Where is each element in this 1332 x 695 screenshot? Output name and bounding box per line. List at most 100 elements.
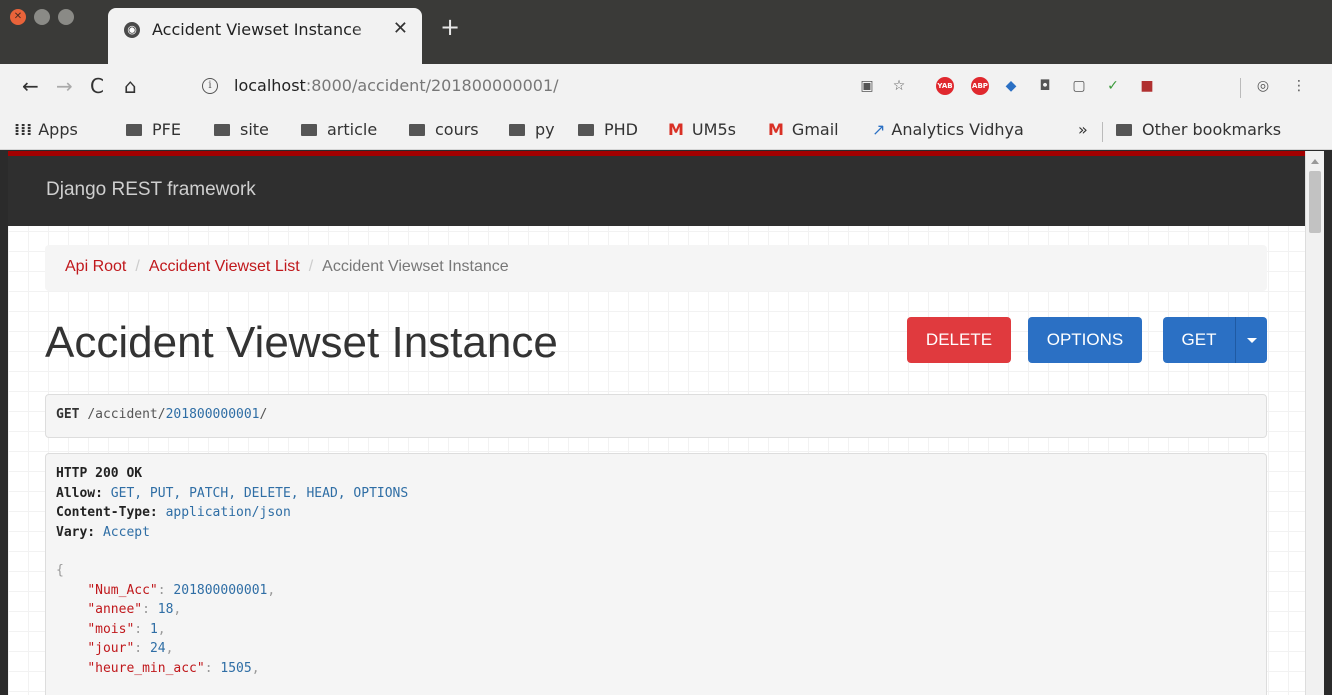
browser-titlebar: ✕ ◉ Accident Viewset Instance ✕ + [0, 0, 1332, 65]
bookmark-um5s[interactable]: M UM5s [668, 120, 736, 139]
bookmark-star-icon[interactable]: ☆ [888, 75, 910, 97]
request-path: /accident/ [87, 407, 166, 422]
bookmark-folder-phd[interactable]: PHD [578, 120, 638, 139]
translate-icon[interactable]: ▣ [856, 75, 878, 97]
abp-extension-icon[interactable]: ABP [971, 77, 989, 95]
vertical-scrollbar[interactable] [1305, 151, 1324, 695]
folder-icon [126, 124, 142, 136]
json-key: "Num_Acc" [87, 582, 158, 598]
reload-icon[interactable]: C [90, 74, 104, 98]
header-value: application/json [165, 505, 291, 520]
folder-icon [578, 124, 594, 136]
request-path-trail: / [259, 407, 268, 422]
check-extension-icon[interactable]: ✓ [1102, 75, 1124, 97]
bookmark-label: site [240, 120, 269, 139]
folder-icon [1116, 124, 1132, 136]
breadcrumb-separator: / [135, 258, 140, 275]
bookmark-label: UM5s [691, 120, 736, 139]
options-button[interactable]: OPTIONS [1028, 317, 1142, 363]
bookmark-folder-cours[interactable]: cours [409, 120, 479, 139]
breadcrumb-accident-list[interactable]: Accident Viewset List [149, 258, 300, 275]
json-key: "heure_min_acc" [87, 660, 205, 676]
brand-link[interactable]: Django REST framework [46, 179, 256, 201]
browser-tab[interactable]: ◉ Accident Viewset Instance ✕ [108, 8, 422, 65]
home-icon[interactable]: ⌂ [124, 74, 137, 98]
gmail-icon: M [768, 120, 784, 139]
delete-button[interactable]: DELETE [907, 317, 1011, 363]
response-info: HTTP 200 OK Allow: GET, PUT, PATCH, DELE… [45, 453, 1267, 695]
json-key: "mois" [87, 621, 135, 637]
bookmark-label: cours [435, 120, 479, 139]
bookmark-label: py [535, 120, 555, 139]
site-info-icon[interactable]: i [202, 78, 218, 94]
json-field: "mois": 1, [87, 621, 166, 637]
address-bar[interactable]: localhost:8000/accident/201800000001/ [234, 76, 559, 95]
bookmark-folder-article[interactable]: article [301, 120, 377, 139]
bookmark-label: article [327, 120, 378, 139]
globe-icon: ◉ [124, 22, 140, 38]
new-tab-button[interactable]: + [440, 13, 460, 41]
bookmark-label: Analytics Vidhya [891, 120, 1024, 139]
yab-extension-icon[interactable]: YAB [936, 77, 954, 95]
bookmark-label: PHD [604, 120, 638, 139]
json-key: "jour" [87, 641, 135, 656]
bookmark-folder-py[interactable]: py [509, 120, 555, 139]
window-close-button[interactable]: ✕ [10, 9, 26, 25]
bookmark-folder-pfe[interactable]: PFE [126, 120, 181, 139]
folder-icon [509, 124, 525, 136]
folder-icon [409, 124, 425, 136]
menu-kebab-icon[interactable]: ⋮ [1288, 75, 1310, 97]
response-header: Vary: Accept [56, 523, 1256, 543]
json-field: "Num_Acc": 201800000001, [87, 582, 276, 598]
json-value: 18 [157, 602, 174, 617]
apps-grid-icon: ⁞⁞⁞ [14, 120, 33, 139]
request-method: GET [56, 407, 80, 422]
window-minimize-button[interactable] [34, 9, 50, 25]
camera-icon[interactable]: ◘ [1034, 75, 1056, 97]
bookmarks-overflow-button[interactable]: » [1078, 120, 1088, 139]
json-key: "annee" [87, 602, 143, 617]
analytics-icon: ↗ [872, 120, 886, 139]
get-button[interactable]: GET [1163, 317, 1235, 363]
lightbulb-extension-icon[interactable]: ▢ [1068, 75, 1090, 97]
bookmark-folder-site[interactable]: site [214, 120, 269, 139]
header-value: GET, PUT, PATCH, DELETE, HEAD, OPTIONS [110, 485, 409, 501]
bookmark-analytics-vidhya[interactable]: ↗ Analytics Vidhya [872, 120, 1024, 139]
folder-icon [301, 124, 317, 136]
bookmark-label: Other bookmarks [1142, 120, 1282, 139]
header-value: Accept [102, 524, 150, 540]
gmail-icon: M [668, 120, 684, 139]
bookmark-other[interactable]: Other bookmarks [1116, 120, 1281, 139]
breadcrumb-api-root[interactable]: Api Root [65, 258, 126, 275]
shield-extension-icon[interactable]: ■ [1136, 75, 1158, 97]
breadcrumb-current: Accident Viewset Instance [322, 258, 509, 275]
caret-down-icon [1246, 338, 1257, 344]
bookmark-apps[interactable]: ⁞⁞⁞ Apps [14, 120, 78, 139]
bookmarks-divider [1102, 122, 1103, 142]
folder-icon [214, 124, 230, 136]
json-field: "jour": 24, [87, 641, 174, 656]
navbar: Django REST framework [8, 156, 1305, 226]
request-id-link[interactable]: 201800000001 [166, 407, 260, 422]
header-key: Content-Type: [56, 505, 158, 520]
bookmark-label: Apps [38, 120, 78, 139]
scroll-thumb[interactable] [1309, 171, 1321, 233]
header-key: Allow: [56, 485, 103, 501]
get-format-dropdown[interactable] [1235, 317, 1267, 363]
url-path: :8000/accident/201800000001/ [305, 76, 559, 95]
json-field: "annee": 18, [87, 602, 182, 617]
graduation-cap-icon[interactable]: ◆ [1000, 75, 1022, 97]
tab-close-icon[interactable]: ✕ [393, 18, 408, 39]
scroll-up-arrow-icon[interactable] [1311, 159, 1319, 164]
back-icon[interactable]: ← [22, 74, 39, 98]
browser-toolbar: ← → C ⌂ i localhost:8000/accident/201800… [0, 64, 1332, 112]
window-maximize-button[interactable] [58, 9, 74, 25]
bookmark-gmail[interactable]: M Gmail [768, 120, 839, 139]
bookmark-label: Gmail [791, 120, 839, 139]
json-value: 24 [149, 641, 166, 656]
forward-icon[interactable]: → [56, 74, 73, 98]
profile-avatar-icon[interactable]: ◎ [1252, 75, 1274, 97]
json-value: 1505 [220, 660, 252, 676]
page-title: Accident Viewset Instance [45, 318, 558, 367]
